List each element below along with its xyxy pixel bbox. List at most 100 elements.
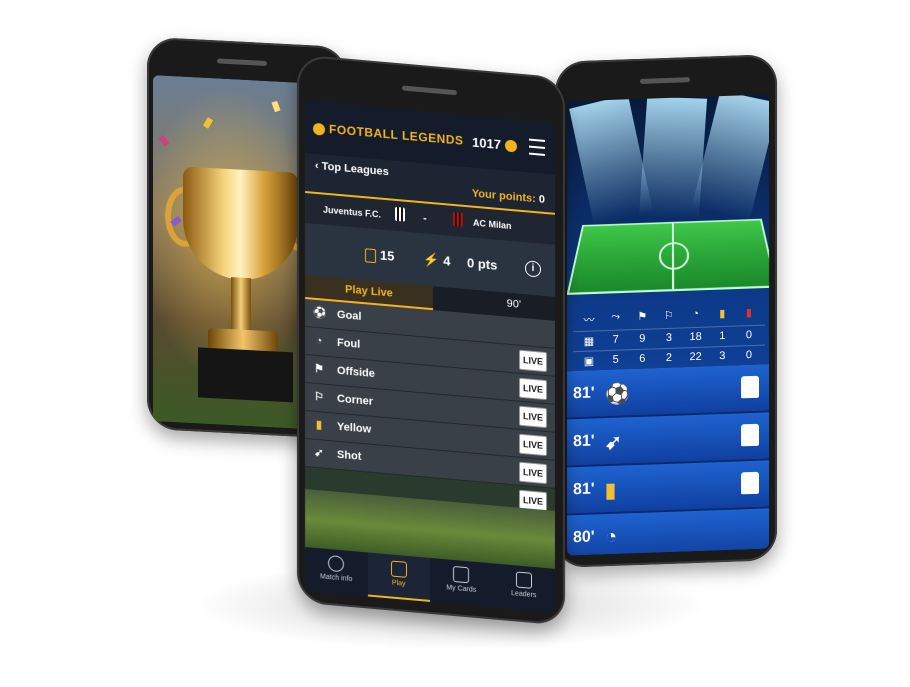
play-screen: FOOTBALL LEGENDS 1017 ‹ Top Leagues Your…	[305, 100, 556, 613]
nav-label: Match info	[320, 573, 353, 584]
card-icon	[390, 560, 407, 578]
back-button[interactable]: ‹ Top Leagues	[315, 160, 389, 178]
event-minute: 81'	[573, 384, 595, 403]
boot-icon: ⤳	[611, 310, 621, 323]
cards-stat: 15	[365, 246, 394, 264]
stat-cell: 5	[612, 353, 619, 366]
stat-cell: 9	[639, 332, 646, 345]
home-kit-icon	[395, 206, 405, 222]
match-stats-table: 〰 ⤳ ⚑ ⚐ ◔ ▮ ▮ ▦ 7 9 3 18 1 0 ▣ 5 6 2 22 …	[573, 302, 765, 373]
phone-right: 〰 ⤳ ⚑ ⚐ ◔ ▮ ▮ ▦ 7 9 3 18 1 0 ▣ 5 6 2 22 …	[555, 54, 777, 568]
energy-count: 4	[443, 253, 451, 269]
phone-center: FOOTBALL LEGENDS 1017 ‹ Top Leagues Your…	[297, 54, 565, 626]
ball-icon: ⚽	[313, 306, 327, 320]
pitch-center-circle	[658, 241, 690, 271]
live-button[interactable]: LIVE	[519, 405, 547, 429]
nav-match-info[interactable]: Match info	[305, 547, 368, 596]
points-stat: 0 pts	[467, 255, 498, 273]
back-label: Top Leagues	[321, 160, 389, 179]
nav-label: My Cards	[446, 584, 477, 594]
shirt-icon	[741, 375, 759, 399]
live-button[interactable]: LIVE	[519, 461, 547, 485]
points-value: 0	[538, 193, 545, 206]
nav-leaders[interactable]: Leaders	[493, 563, 556, 612]
live-event-row[interactable]: 80' ◔	[567, 508, 769, 556]
card-icon	[365, 247, 376, 263]
corner-flag-icon: ⚐	[664, 309, 674, 323]
live-event-row[interactable]: 81' ➹	[567, 412, 769, 469]
app-logo-text: FOOTBALL LEGENDS	[329, 122, 464, 148]
podium-icon	[515, 571, 532, 589]
live-button[interactable]: LIVE	[519, 433, 547, 457]
event-label: Offside	[337, 364, 375, 381]
away-kit-icon	[453, 211, 463, 227]
shirt-icon	[741, 471, 759, 495]
cards-stack-icon	[453, 565, 470, 584]
home-shirt-icon: ▦	[583, 335, 595, 348]
trophy-stand	[198, 347, 293, 403]
coin-balance: 1017	[472, 134, 517, 153]
live-button[interactable]: LIVE	[519, 377, 547, 401]
stat-cell: 6	[639, 352, 646, 365]
whistle-icon: ◔	[605, 525, 618, 549]
cards-count: 15	[380, 247, 395, 264]
confetti	[271, 100, 281, 113]
whistle-icon: ◔	[315, 334, 323, 348]
nav-label: Play	[391, 579, 406, 588]
yellow-card-icon: ▮	[719, 307, 726, 321]
stat-cell: 18	[689, 330, 702, 344]
event-minute: 81'	[573, 432, 595, 451]
flag-icon: ⚑	[314, 362, 324, 376]
stat-cell: 2	[665, 351, 673, 365]
nav-my-cards[interactable]: My Cards	[430, 558, 493, 607]
boot-icon: ➹	[314, 446, 324, 460]
event-list: ⚽ Goal ◔ Foul LIVE ⚑ Offside LIVE ⚐ Corn…	[305, 298, 555, 516]
coin-count: 1017	[472, 134, 501, 152]
live-match-screen: 〰 ⤳ ⚑ ⚐ ◔ ▮ ▮ ▦ 7 9 3 18 1 0 ▣ 5 6 2 22 …	[567, 94, 769, 556]
ball-icon	[313, 122, 325, 136]
event-minute: 81'	[573, 480, 595, 499]
stat-cell: 3	[719, 349, 726, 363]
home-team-name: Juventus F.C.	[323, 204, 382, 220]
info-icon[interactable]: i	[525, 260, 541, 278]
event-label: Corner	[337, 392, 374, 408]
team-separator: -	[423, 212, 427, 225]
nav-play[interactable]: Play	[367, 552, 430, 602]
coin-icon	[505, 139, 517, 153]
your-points: Your points: 0	[472, 188, 545, 206]
menu-icon[interactable]	[529, 138, 545, 156]
stat-cell: 0	[745, 348, 752, 362]
live-event-row[interactable]: 81' ▮	[567, 460, 769, 517]
speaker	[640, 77, 690, 84]
event-minute: 80'	[573, 528, 595, 547]
whistle-icon: ◔	[692, 307, 699, 321]
points-label: Your points:	[471, 187, 536, 206]
stat-cell: 0	[745, 328, 752, 342]
pitch-illustration	[567, 218, 769, 295]
event-label: Yellow	[337, 420, 372, 436]
trophy-stem	[231, 277, 251, 334]
corner-flag-icon: ⚐	[314, 390, 324, 404]
boot-icon: ➹	[605, 431, 622, 455]
event-label: Foul	[337, 336, 361, 351]
red-card-icon: ▮	[745, 306, 752, 320]
confetti	[202, 117, 214, 129]
ball-icon: ⚽	[605, 383, 630, 407]
match-minute: 90'	[506, 297, 521, 311]
speaker	[217, 58, 267, 67]
trophy-cup	[183, 166, 298, 283]
trend-icon: 〰	[583, 314, 595, 327]
stat-cell: 1	[719, 329, 726, 343]
yellow-card-icon: ▮	[315, 418, 323, 432]
live-event-row[interactable]: 81' ⚽	[567, 364, 769, 421]
flag-icon: ⚑	[637, 310, 648, 323]
confetti	[158, 134, 170, 147]
ball-icon	[328, 555, 345, 573]
app-logo[interactable]: FOOTBALL LEGENDS	[313, 121, 463, 148]
shirt-icon	[741, 423, 759, 447]
live-button[interactable]: LIVE	[519, 349, 547, 373]
stat-cell: 3	[665, 331, 673, 345]
away-team-name: AC Milan	[473, 217, 512, 232]
event-label: Shot	[337, 448, 362, 463]
speaker	[402, 85, 457, 96]
